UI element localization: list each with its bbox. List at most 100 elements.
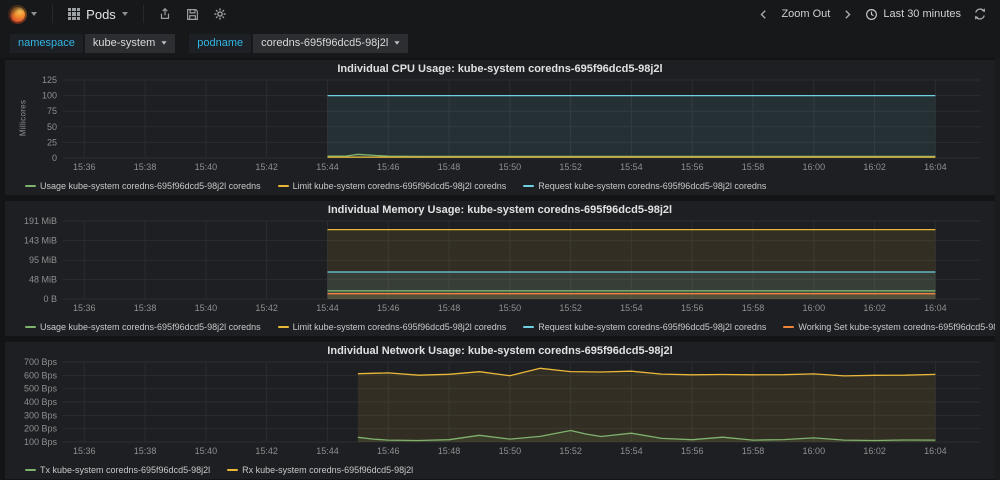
legend-swatch (523, 185, 534, 187)
x-tick-label: 16:00 (803, 446, 826, 456)
legend-item[interactable]: Working Set kube-system coredns-695f96dc… (783, 322, 1000, 332)
legend-label: Usage kube-system coredns-695f96dcd5-98j… (40, 322, 261, 332)
divider (52, 5, 53, 23)
legend-item[interactable]: Request kube-system coredns-695f96dcd5-9… (523, 322, 766, 332)
x-tick-label: 15:48 (438, 303, 461, 313)
panel-memory-usage: Individual Memory Usage: kube-system cor… (5, 201, 995, 336)
grafana-logo-icon (8, 5, 27, 24)
x-tick-label: 16:02 (863, 446, 886, 456)
scrollbar-track[interactable] (995, 58, 1000, 480)
y-axis-unit-label: Millicores (19, 99, 28, 135)
x-tick-label: 15:46 (377, 446, 400, 456)
variable-value-podname-dropdown[interactable]: coredns-695f96dcd5-98j2l (253, 34, 408, 53)
x-tick-label: 15:52 (559, 446, 582, 456)
legend-item[interactable]: Rx kube-system coredns-695f96dcd5-98j2l (227, 465, 413, 475)
legend-item[interactable]: Request kube-system coredns-695f96dcd5-9… (523, 181, 766, 191)
x-tick-label: 15:52 (559, 303, 582, 313)
x-tick-label: 15:54 (620, 303, 643, 313)
panel-title[interactable]: Individual Memory Usage: kube-system cor… (11, 204, 989, 217)
x-tick-label: 16:00 (803, 162, 826, 172)
cpu-legend: Usage kube-system coredns-695f96dcd5-98j… (25, 179, 989, 192)
variable-value-text: coredns-695f96dcd5-98j2l (261, 37, 388, 49)
x-tick-label: 15:58 (742, 162, 765, 172)
legend-label: Rx kube-system coredns-695f96dcd5-98j2l (242, 465, 413, 475)
legend-item[interactable]: Usage kube-system coredns-695f96dcd5-98j… (25, 181, 261, 191)
y-tick-label: 50 (47, 122, 57, 132)
x-tick-label: 15:56 (681, 303, 704, 313)
dashboard-title: Pods (86, 7, 116, 22)
panel-title[interactable]: Individual CPU Usage: kube-system coredn… (11, 63, 989, 76)
x-tick-label: 15:54 (620, 446, 643, 456)
dashboard-grid-icon (68, 8, 80, 20)
legend-swatch (25, 185, 36, 187)
refresh-icon (973, 7, 987, 21)
save-icon (186, 8, 199, 21)
variable-namespace: namespace kube-system (10, 34, 175, 53)
legend-item[interactable]: Tx kube-system coredns-695f96dcd5-98j2l (25, 465, 210, 475)
chevron-down-icon (162, 41, 167, 44)
network-legend: Tx kube-system coredns-695f96dcd5-98j2l R… (25, 463, 989, 476)
x-tick-label: 15:38 (134, 446, 157, 456)
x-tick-label: 15:38 (134, 303, 157, 313)
network-chart-plot[interactable]: 100 Bps200 Bps300 Bps400 Bps500 Bps600 B… (11, 358, 989, 458)
panel-title[interactable]: Individual Network Usage: kube-system co… (11, 345, 989, 358)
grafana-menu-button[interactable] (6, 5, 45, 24)
x-tick-label: 15:44 (316, 446, 339, 456)
variables-bar: namespace kube-system podname coredns-69… (0, 28, 1000, 58)
variable-podname: podname coredns-695f96dcd5-98j2l (189, 34, 408, 53)
x-tick-label: 15:44 (316, 303, 339, 313)
y-tick-label: 100 (42, 91, 57, 101)
x-tick-label: 16:00 (803, 303, 826, 313)
legend-swatch (278, 185, 289, 187)
gear-icon (213, 7, 227, 21)
legend-item[interactable]: Limit kube-system coredns-695f96dcd5-98j… (278, 181, 507, 191)
x-tick-label: 15:46 (377, 162, 400, 172)
x-tick-label: 16:04 (924, 446, 947, 456)
legend-item[interactable]: Limit kube-system coredns-695f96dcd5-98j… (278, 322, 507, 332)
share-button[interactable] (151, 0, 179, 28)
time-back-button[interactable] (753, 0, 774, 28)
y-tick-label: 143 MiB (24, 236, 57, 246)
zoom-out-button[interactable]: Zoom Out (776, 0, 835, 28)
x-tick-label: 16:02 (863, 303, 886, 313)
time-forward-button[interactable] (837, 0, 858, 28)
chevron-down-icon (395, 41, 400, 44)
y-tick-label: 25 (47, 137, 57, 147)
zoom-out-label: Zoom Out (781, 8, 830, 20)
panel-network-usage: Individual Network Usage: kube-system co… (5, 342, 995, 479)
chevron-down-icon (122, 12, 128, 16)
x-tick-label: 15:50 (499, 162, 522, 172)
legend-item[interactable]: Usage kube-system coredns-695f96dcd5-98j… (25, 322, 261, 332)
refresh-button[interactable] (968, 0, 992, 28)
x-tick-label: 16:02 (863, 162, 886, 172)
memory-legend: Usage kube-system coredns-695f96dcd5-98j… (25, 320, 989, 333)
dashboard-picker-button[interactable]: Pods (60, 7, 136, 22)
x-tick-label: 15:40 (195, 303, 218, 313)
clock-icon (865, 8, 878, 21)
x-tick-label: 15:58 (742, 446, 765, 456)
x-tick-label: 15:36 (73, 303, 96, 313)
chevron-down-icon (31, 12, 37, 16)
cpu-chart-plot[interactable]: 025507510012515:3615:3815:4015:4215:4415… (11, 76, 989, 174)
y-tick-label: 125 (42, 76, 57, 85)
x-tick-label: 15:40 (195, 446, 218, 456)
variable-value-namespace-dropdown[interactable]: kube-system (85, 34, 175, 53)
settings-button[interactable] (206, 0, 234, 28)
y-tick-label: 300 Bps (24, 410, 58, 420)
panel-cpu-usage: Individual CPU Usage: kube-system coredn… (5, 60, 995, 195)
y-tick-label: 600 Bps (24, 370, 58, 380)
memory-chart-plot[interactable]: 0 B48 MiB95 MiB143 MiB191 MiB15:3615:381… (11, 217, 989, 315)
x-tick-label: 15:42 (255, 303, 278, 313)
time-range-label: Last 30 minutes (883, 8, 961, 20)
x-tick-label: 16:04 (924, 162, 947, 172)
chevron-left-icon (758, 9, 769, 20)
x-tick-label: 15:44 (316, 162, 339, 172)
y-tick-label: 48 MiB (29, 274, 57, 284)
x-tick-label: 15:36 (73, 162, 96, 172)
top-navbar: Pods Zoom Out (0, 0, 1000, 28)
x-tick-label: 15:52 (559, 162, 582, 172)
legend-swatch (278, 326, 289, 328)
time-range-button[interactable]: Last 30 minutes (860, 0, 966, 28)
x-tick-label: 15:58 (742, 303, 765, 313)
save-button[interactable] (179, 0, 206, 28)
